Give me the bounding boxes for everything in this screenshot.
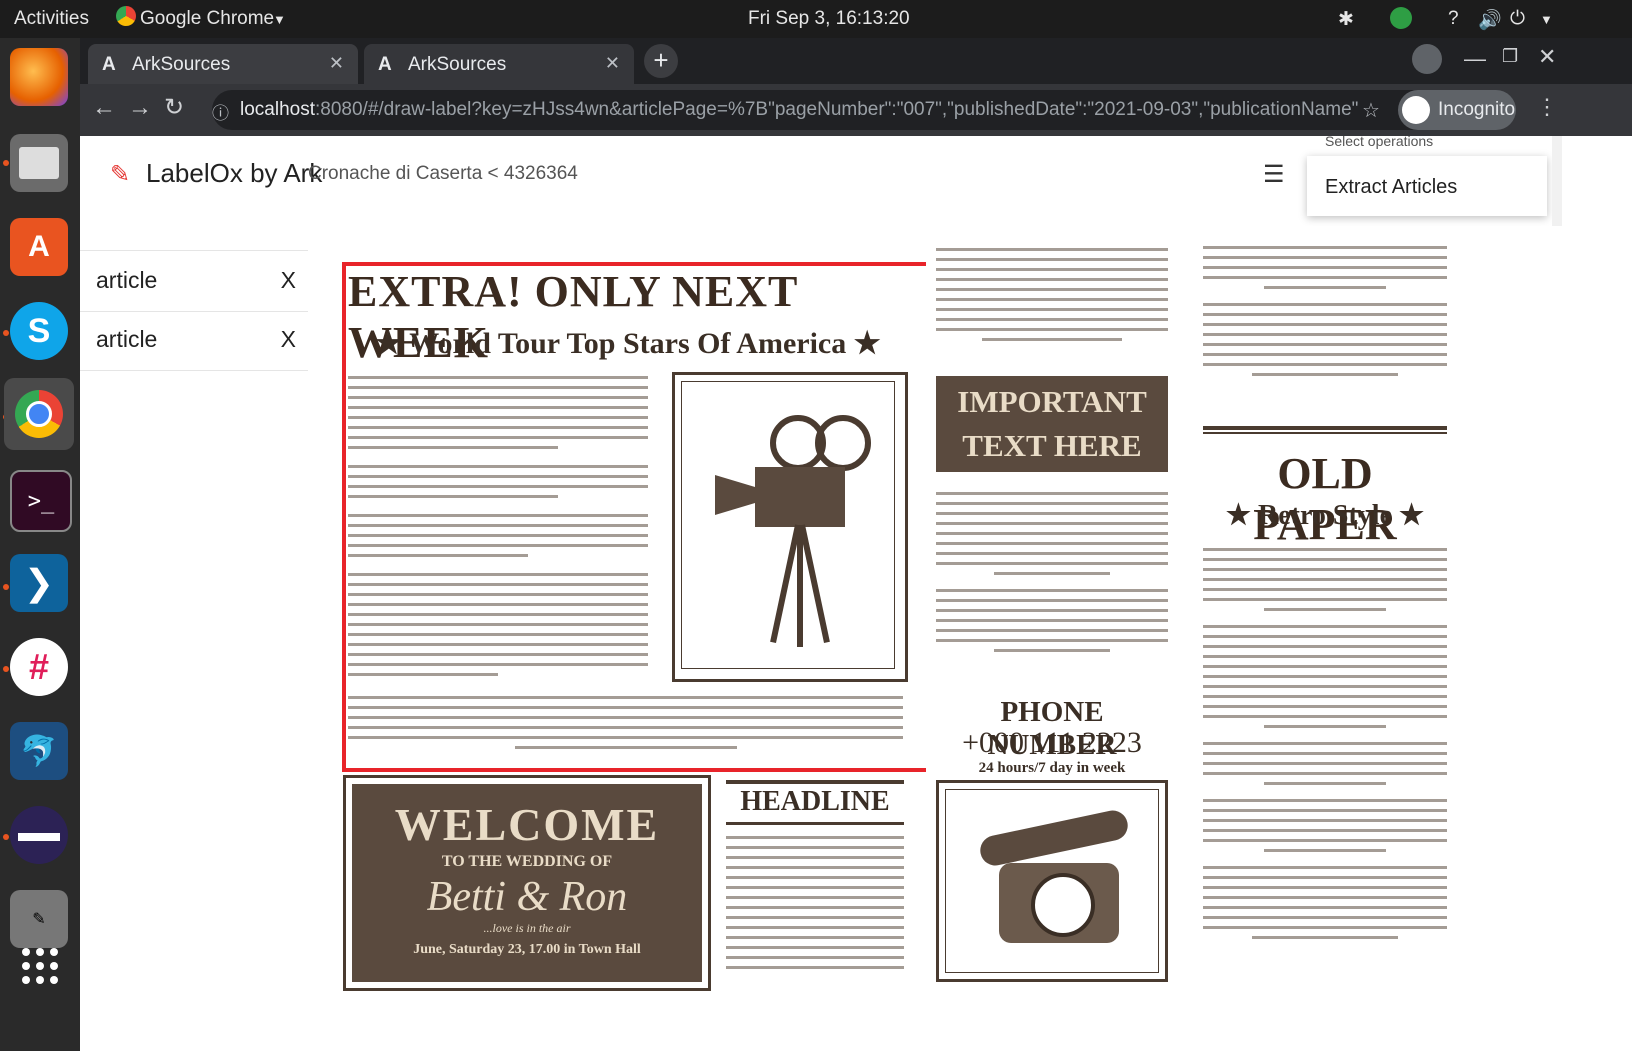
newspaper-page[interactable]: EXTRA! ONLY NEXT WEEK ★ World Tour Top S…: [308, 226, 1563, 1051]
close-tab-icon[interactable]: ✕: [329, 53, 344, 74]
url-host: localhost: [240, 99, 315, 120]
power-icon[interactable]: ⏻: [1510, 8, 1525, 30]
update-icon[interactable]: [1390, 7, 1412, 29]
phone-number: +000 111 2223: [962, 726, 1142, 759]
welcome-box: WELCOME TO THE WEDDING OF Betti & Ron ..…: [343, 775, 711, 991]
new-tab-button[interactable]: +: [644, 44, 678, 78]
list-icon[interactable]: ☰: [1263, 160, 1285, 189]
remove-label-button[interactable]: X: [281, 267, 296, 294]
skype-icon[interactable]: S: [10, 302, 68, 360]
love-tagline: ...love is in the air: [483, 921, 571, 935]
welcome-title: WELCOME: [394, 799, 660, 850]
eclipse-icon[interactable]: [10, 806, 68, 864]
breadcrumb[interactable]: Cronache di Caserta < 4326364: [308, 163, 578, 185]
text-editor-icon[interactable]: ✎: [10, 890, 68, 948]
mid-column-text: [936, 492, 1168, 659]
system-top-bar: Activities Google Chrome ▼ Fri Sep 3, 16…: [0, 0, 1632, 38]
chrome-dock-item[interactable]: [4, 378, 74, 450]
operations-select[interactable]: Select operations Extract Articles: [1307, 136, 1547, 216]
article-selection-box[interactable]: [342, 262, 926, 772]
wedding-of: TO THE WEDDING OF: [441, 853, 613, 870]
operations-menu: Extract Articles: [1307, 156, 1547, 216]
show-applications-icon[interactable]: [22, 948, 58, 984]
angular-icon: A: [378, 54, 392, 75]
extract-articles-option[interactable]: Extract Articles: [1325, 176, 1457, 199]
right-column-text-top: [1203, 246, 1447, 383]
telephone-illustration: [936, 780, 1168, 982]
important-box: IMPORTANT TEXT HERE: [936, 376, 1168, 472]
help-icon[interactable]: ?: [1448, 8, 1459, 30]
close-window-icon[interactable]: ✕: [1538, 44, 1556, 70]
operations-label: Select operations: [1325, 136, 1434, 149]
couple-names: Betti & Ron: [426, 874, 628, 920]
forward-icon[interactable]: →: [128, 94, 152, 122]
app-brand: LabelOx by Ark: [146, 158, 323, 188]
restore-icon[interactable]: ❐: [1502, 46, 1518, 67]
wedding-date: June, Saturday 23, 17.00 in Town Hall: [413, 942, 641, 957]
label-item[interactable]: article X: [80, 310, 310, 371]
more-menu-icon[interactable]: ⋮: [1536, 94, 1558, 120]
mysql-workbench-icon[interactable]: 🐬: [10, 722, 68, 780]
files-icon[interactable]: [10, 134, 68, 192]
toolbar: ← → ↻ ⓘ localhost:8080/#/draw-label?key=…: [80, 84, 1632, 136]
url-path: :8080/#/draw-label?key=zHJss4wn&articleP…: [315, 99, 1360, 120]
info-icon[interactable]: ⓘ: [212, 99, 229, 124]
headline-text: [726, 836, 904, 976]
software-center-icon[interactable]: A: [10, 218, 68, 276]
headline-2: HEADLINE: [740, 786, 890, 817]
close-tab-icon[interactable]: ✕: [605, 53, 620, 74]
slack-icon[interactable]: #: [10, 638, 68, 696]
bookmark-star-icon[interactable]: ☆: [1362, 98, 1380, 123]
tab-strip: A ArkSources ✕ A ArkSources ✕ + — ❐ ✕: [80, 38, 1632, 84]
angular-icon: A: [102, 54, 116, 75]
retro-style-subtitle: ★ Retro Style ★: [1225, 500, 1425, 531]
chrome-icon: [15, 390, 63, 438]
phone-hours: 24 hours/7 day in week: [978, 760, 1126, 776]
vscode-icon[interactable]: ❯: [10, 554, 68, 612]
firefox-icon[interactable]: [10, 48, 68, 106]
dock: A S >_ ❯ # 🐬 ✎: [0, 38, 80, 1051]
minimize-icon[interactable]: —: [1464, 46, 1486, 72]
remove-label-button[interactable]: X: [281, 326, 296, 353]
back-icon[interactable]: ←: [92, 94, 116, 122]
chevron-down-icon: ▼: [273, 12, 286, 27]
terminal-icon[interactable]: >_: [10, 470, 72, 532]
incognito-icon: [1402, 96, 1430, 124]
volume-icon[interactable]: 🔊: [1478, 8, 1502, 32]
address-bar[interactable]: ⓘ localhost:8080/#/draw-label?key=zHJss4…: [212, 90, 1512, 130]
profile-icon[interactable]: [1412, 44, 1442, 74]
incognito-badge[interactable]: Incognito: [1398, 90, 1516, 130]
system-menu-chevron-icon[interactable]: ▼: [1540, 12, 1553, 27]
web-content: ✎ LabelOx by Ark Cronache di Caserta < 4…: [80, 136, 1632, 1051]
mid-column-text-top: [936, 248, 1168, 348]
label-item[interactable]: article X: [80, 250, 310, 312]
tray-app-icon[interactable]: ✱: [1338, 8, 1354, 31]
clock[interactable]: Fri Sep 3, 16:13:20: [748, 8, 910, 30]
app-menu[interactable]: Google Chrome: [140, 8, 274, 30]
right-column-text: [1203, 548, 1447, 946]
pencil-icon: ✎: [110, 161, 131, 188]
reload-icon[interactable]: ↻: [164, 93, 184, 122]
chrome-icon: [116, 6, 136, 26]
tab-2[interactable]: A ArkSources ✕: [364, 44, 634, 84]
tab-1[interactable]: A ArkSources ✕: [88, 44, 358, 84]
activities-button[interactable]: Activities: [14, 8, 89, 30]
